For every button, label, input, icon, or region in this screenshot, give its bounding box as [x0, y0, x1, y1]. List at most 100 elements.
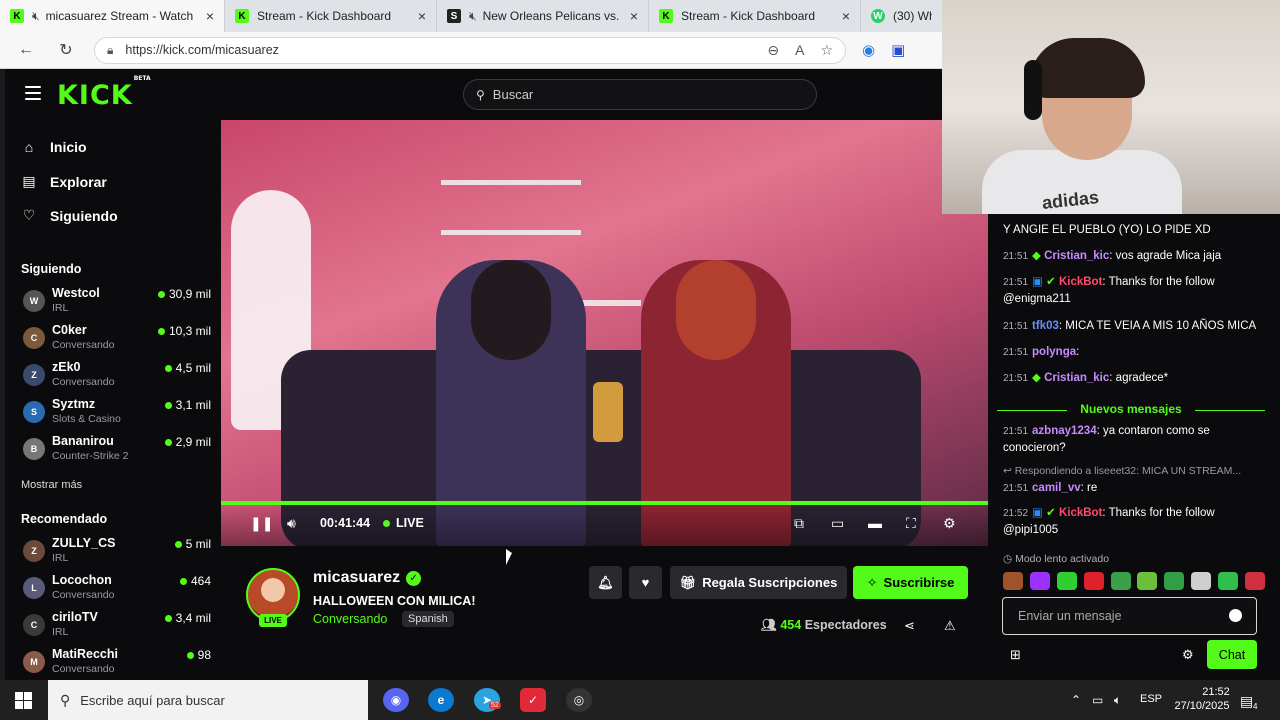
emote[interactable] — [1218, 572, 1238, 590]
browser-tab-whatsapp[interactable]: W (30) What — [861, 0, 942, 32]
fullscreen-icon[interactable]: ⛶ — [906, 515, 916, 532]
channel-name[interactable]: micasuarez ✓ — [313, 569, 422, 587]
sidebar-channel-c0ker[interactable]: C C0ker Conversando 10,3 mil — [21, 323, 211, 357]
chat-message: 21:51 polynga: — [1003, 346, 1080, 358]
close-tab-icon[interactable]: × — [630, 8, 638, 24]
clip-icon[interactable]: ▭ — [831, 515, 844, 532]
favorite-star-icon[interactable]: ☆ — [820, 42, 833, 59]
taskbar-search-input[interactable]: ⚲ Escribe aquí para buscar — [48, 680, 368, 720]
sidebar-channel-zully[interactable]: Z ZULLY_CS IRL 5 mil — [21, 536, 211, 570]
sidebar-item-home[interactable]: ⌂ Inicio — [21, 139, 87, 155]
language-tag[interactable]: Spanish — [402, 611, 454, 627]
emote[interactable] — [1003, 572, 1023, 590]
extension-wifi-icon[interactable]: ◉ — [862, 41, 875, 59]
read-aloud-icon[interactable]: A — [795, 42, 804, 58]
people-icon: 👥︎ — [761, 618, 781, 632]
chat-message-input[interactable]: Enviar un mensaje — [1002, 597, 1257, 635]
lock-icon: 🔒︎ — [107, 42, 114, 57]
reload-icon[interactable]: ↻ — [52, 36, 80, 64]
send-chat-button[interactable]: Chat — [1207, 640, 1257, 669]
sidebar-channel-westcol[interactable]: W Westcol IRL 30,9 mil — [21, 286, 211, 320]
input-language[interactable]: ESP — [1140, 693, 1162, 705]
chat-settings-gear-icon[interactable]: ⚙ — [1182, 647, 1194, 663]
streaming-app-icon[interactable]: ✓ — [520, 688, 546, 712]
follow-heart-button[interactable]: ♥ — [629, 566, 662, 599]
sidebar-channel-cirilotv[interactable]: C ciriloTV IRL 3,4 mil — [21, 610, 211, 644]
subscribe-button[interactable]: ✧ Suscribirse — [853, 566, 968, 599]
taskbar-clock[interactable]: 21:52 — [1196, 684, 1236, 700]
chat-message: 21:52 ▣ ✔ KickBot: Thanks for the follow … — [1003, 507, 1215, 536]
sidebar-channel-matirecchi[interactable]: M MatiRecchi Conversando 98 — [21, 647, 211, 681]
emote[interactable] — [1029, 572, 1050, 590]
muted-speaker-icon[interactable]: 🔇︎ — [469, 9, 477, 24]
theater-mode-icon[interactable]: ▬ — [868, 515, 882, 531]
close-tab-icon[interactable]: × — [842, 8, 850, 24]
browser-tab-dashboard-2[interactable]: K Stream - Kick Dashboard × — [649, 0, 861, 32]
emoji-picker-icon[interactable] — [1229, 609, 1242, 622]
share-icon[interactable]: ⋖ — [904, 618, 915, 634]
pause-icon[interactable]: ❚❚ — [250, 515, 273, 532]
browser-tab-strip: K 🔇︎ micasuarez Stream - Watch × K Strea… — [0, 0, 942, 32]
url-field[interactable]: 🔒︎ https://kick.com/micasuarez ⊖ A ☆ — [94, 36, 846, 64]
report-warning-icon[interactable]: ⚠ — [944, 618, 956, 634]
kick-logo[interactable]: KICKBETA — [57, 75, 151, 111]
volume-icon[interactable]: 🔊︎ — [287, 515, 296, 532]
emote[interactable] — [1083, 572, 1104, 590]
video-player[interactable]: ❚❚ 🔊︎ 00:41:44 LIVE ⧉ ▭ ▬ ⛶ ⚙ — [221, 120, 988, 546]
emote[interactable] — [1137, 572, 1158, 590]
notifications-icon[interactable]: ▤ — [1240, 693, 1253, 710]
gift-subscriptions-button[interactable]: 🎁︎ Regala Suscripciones — [670, 566, 847, 599]
chat-panel: Y ANGIE EL PUEBLO (YO) LO PIDE XD 21:51 ◆… — [992, 214, 1280, 680]
stream-category-link[interactable]: Conversando — [313, 612, 387, 626]
avatar: B — [23, 438, 45, 460]
kick-favicon-icon: K — [659, 9, 673, 23]
avatar: M — [23, 651, 45, 673]
hamburger-menu-icon[interactable] — [25, 86, 41, 100]
edge-browser-icon[interactable]: e — [428, 688, 454, 712]
slow-mode-icon: ◷ — [1003, 553, 1016, 565]
browser-tab-kick-stream[interactable]: K 🔇︎ micasuarez Stream - Watch × — [0, 0, 225, 32]
emote[interactable] — [1191, 572, 1212, 590]
new-messages-divider[interactable]: Nuevos mensajes — [997, 402, 1265, 416]
sidebar-channel-syztmz[interactable]: S Syztmz Slots & Casino 3,1 mil — [21, 397, 211, 431]
kick-app: KICKBETA ⚲ Buscar ⌂ Inicio ▤ Explorar ♡ Sig… — [5, 69, 992, 680]
back-arrow-icon[interactable]: ← — [12, 36, 40, 64]
zoom-icon[interactable]: ⊖ — [767, 42, 779, 59]
sidebar-item-explore[interactable]: ▤ Explorar — [21, 173, 106, 190]
show-more-link[interactable]: Mostrar más — [21, 479, 82, 491]
sidebar-item-following[interactable]: ♡ Siguiendo — [21, 207, 118, 224]
emote[interactable] — [1110, 572, 1131, 590]
sidebar-channel-bananirou[interactable]: B Bananirou Counter-Strike 2 2,9 mil — [21, 434, 211, 468]
extension-screen-icon[interactable]: ▣ — [891, 41, 905, 59]
tray-chevron-up-icon[interactable]: ⌃ — [1071, 693, 1081, 707]
search-input[interactable]: ⚲ Buscar — [463, 79, 817, 110]
search-icon: ⚲ — [476, 87, 485, 102]
emote[interactable] — [1056, 572, 1077, 590]
browser-tab-pelicans[interactable]: S 🔇︎ New Orleans Pelicans vs. B × — [437, 0, 649, 32]
avatar: Z — [23, 364, 45, 386]
obs-app-icon[interactable]: ◎ — [566, 688, 592, 712]
chat-message: 21:51 ◆ Cristian_kic: vos agrade Mica jaj… — [1003, 250, 1222, 262]
chat-store-icon[interactable]: ⊞ — [1010, 647, 1021, 663]
speaker-icon[interactable]: 🔈︎ — [1114, 693, 1121, 708]
close-tab-icon[interactable]: × — [206, 8, 214, 24]
kick-favicon-icon: K — [235, 9, 249, 23]
notifications-bell-button[interactable]: 🔔︎ — [589, 566, 622, 599]
sidebar-channel-zek0[interactable]: Z zEk0 Conversando 4,5 mil — [21, 360, 211, 394]
sidebar-channel-locochon[interactable]: L Locochon Conversando 464 — [21, 573, 211, 607]
picture-in-picture-icon[interactable]: ⧉ — [794, 515, 804, 532]
muted-speaker-icon[interactable]: 🔇︎ — [32, 9, 40, 24]
network-icon[interactable]: ▭ — [1092, 693, 1103, 707]
emote[interactable] — [1244, 572, 1265, 590]
close-tab-icon[interactable]: × — [418, 8, 426, 24]
browser-tab-dashboard[interactable]: K Stream - Kick Dashboard × — [225, 0, 437, 32]
discord-app-icon[interactable]: ◉ — [383, 688, 409, 712]
live-indicator: LIVE — [383, 516, 424, 530]
emote[interactable] — [1164, 572, 1185, 590]
avatar: Z — [23, 540, 45, 562]
windows-start-icon[interactable] — [15, 692, 32, 709]
taskbar-date[interactable]: 27/10/2025 — [1168, 700, 1236, 712]
settings-gear-icon[interactable]: ⚙ — [943, 515, 956, 532]
gift-icon: 🎁︎ — [679, 574, 697, 590]
stream-info-panel: LIVE micasuarez ✓ HALLOWEEN CON MILICA! C… — [221, 546, 992, 680]
